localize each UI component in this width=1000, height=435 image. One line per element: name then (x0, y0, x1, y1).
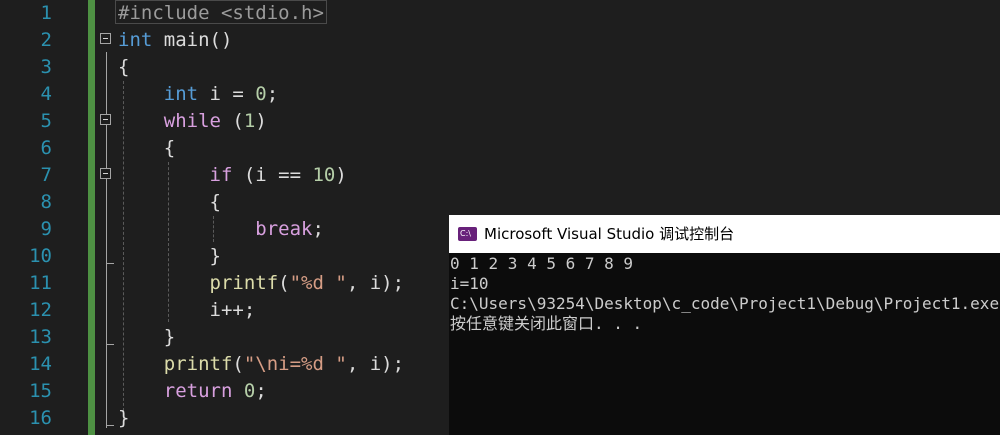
code-token: 0 (255, 83, 267, 105)
code-line[interactable]: break; (118, 216, 324, 243)
debug-console-window[interactable]: C:\ Microsoft Visual Studio 调试控制台 0 1 2 … (449, 215, 1000, 435)
code-token: ( (232, 353, 244, 375)
fold-end-marker (106, 425, 114, 426)
code-token: 1 (243, 110, 256, 132)
code-token: printf (163, 353, 233, 375)
code-token: ( (220, 110, 244, 132)
code-line[interactable]: { (118, 135, 175, 162)
line-number-gutter: 1 2 3 4 5 6 7 8 9 10 11 12 13 14 15 16 (0, 0, 62, 435)
code-token: , i); (346, 353, 405, 375)
code-token: ; (312, 218, 324, 240)
code-token: { (118, 191, 221, 213)
code-line[interactable]: } (118, 405, 129, 432)
code-line[interactable]: if (i == 10) (118, 162, 347, 189)
line-number: 15 (29, 380, 52, 402)
code-token: { (118, 137, 176, 159)
line-number: 8 (40, 191, 52, 213)
line-number: 11 (29, 272, 52, 294)
code-token: ; (255, 380, 267, 402)
code-line[interactable]: printf("\ni=%d ", i); (118, 351, 404, 378)
collapse-while-icon[interactable] (100, 114, 111, 125)
code-token: (i == (232, 164, 313, 186)
outline-guide (106, 52, 107, 428)
code-token: printf (209, 272, 279, 294)
console-output[interactable]: 0 1 2 3 4 5 6 7 8 9 i=10 C:\Users\93254\… (449, 253, 1000, 435)
code-token: } (118, 326, 176, 348)
code-token: while (163, 110, 221, 132)
code-line[interactable]: int main() (118, 27, 232, 54)
console-output-line: C:\Users\93254\Desktop\c_code\Project1\D… (450, 294, 1000, 313)
code-token: ) (335, 164, 347, 186)
code-token: 0 (243, 380, 256, 402)
line-number: 6 (40, 137, 52, 159)
code-token: , i); (346, 272, 405, 294)
code-token: "%d " (289, 272, 347, 294)
code-token: return (163, 380, 233, 402)
line-number: 10 (29, 245, 52, 267)
code-token: i = (198, 83, 256, 105)
console-titlebar[interactable]: C:\ Microsoft Visual Studio 调试控制台 (449, 215, 1000, 253)
code-token: ; (266, 83, 279, 105)
code-token: break (255, 218, 313, 240)
code-token: ( (278, 272, 290, 294)
line-number: 7 (40, 164, 52, 186)
code-token: } (118, 245, 221, 267)
code-line[interactable]: return 0; (118, 378, 267, 405)
line-number: 4 (40, 83, 52, 105)
console-output-line: 按任意键关闭此窗口. . . (450, 314, 643, 333)
console-output-line: 0 1 2 3 4 5 6 7 8 9 (450, 254, 634, 273)
fold-end-marker (106, 344, 114, 345)
code-line[interactable]: } (118, 324, 175, 351)
console-title: Microsoft Visual Studio 调试控制台 (484, 225, 735, 243)
code-line[interactable]: printf("%d ", i); (118, 270, 405, 297)
code-line[interactable]: } (118, 243, 221, 270)
line-number: 1 (40, 2, 52, 24)
code-token: main() (152, 29, 233, 51)
code-token: #include <stdio.h> (118, 2, 324, 24)
line-number: 14 (29, 353, 52, 375)
collapse-if-icon[interactable] (100, 168, 111, 179)
code-line[interactable]: i++; (118, 297, 256, 324)
code-token: if (209, 164, 233, 186)
line-number: 2 (40, 29, 52, 51)
line-number: 9 (40, 218, 52, 240)
line-number: 13 (29, 326, 52, 348)
code-token: 10 (312, 164, 336, 186)
code-line[interactable]: #include <stdio.h> (118, 0, 324, 27)
code-line[interactable]: int i = 0; (118, 81, 278, 108)
code-token: ) (255, 110, 267, 132)
code-line[interactable]: { (118, 54, 129, 81)
collapse-main-icon[interactable] (100, 33, 111, 44)
code-token: } (118, 407, 130, 429)
code-token: int (118, 29, 153, 51)
console-app-icon: C:\ (458, 227, 477, 241)
line-number: 5 (40, 110, 52, 132)
code-token: i++; (118, 299, 256, 321)
code-token: int (163, 83, 199, 105)
change-indicator-bar (88, 0, 95, 435)
code-line[interactable]: while (1) (118, 108, 267, 135)
line-number: 12 (29, 299, 52, 321)
console-output-line: i=10 (450, 274, 489, 293)
code-line[interactable]: { (118, 189, 221, 216)
line-number: 3 (40, 56, 52, 78)
line-number: 16 (29, 407, 52, 429)
code-token: { (118, 56, 130, 78)
fold-end-marker (106, 263, 114, 264)
code-token: "\ni=%d " (243, 353, 347, 375)
